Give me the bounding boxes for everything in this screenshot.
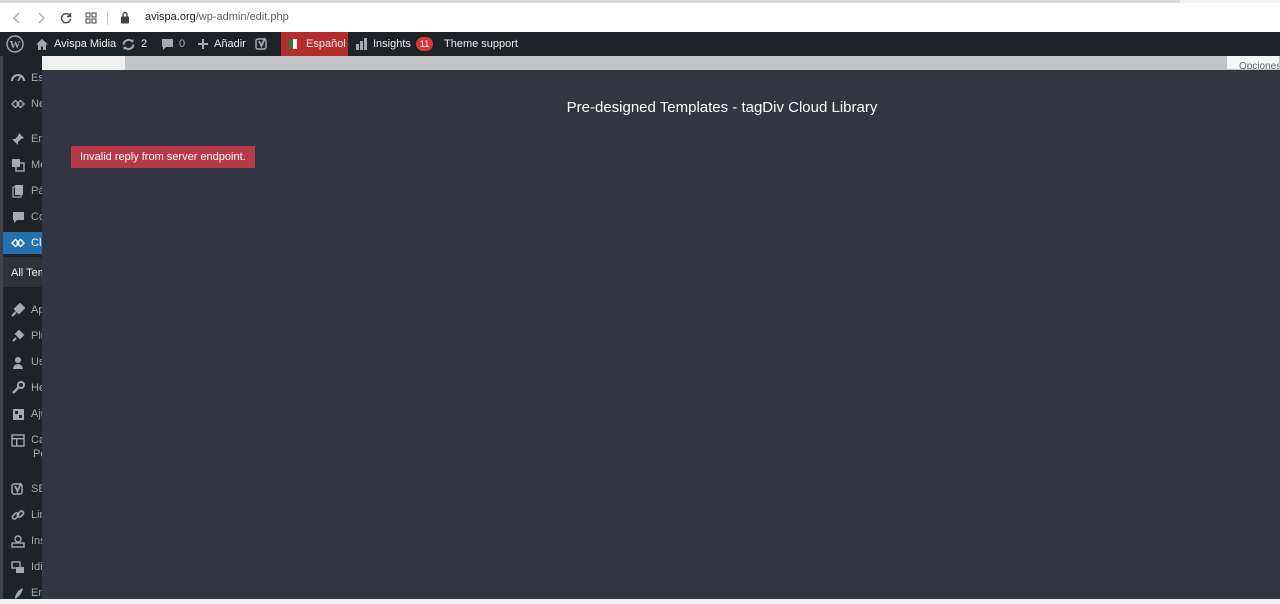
sidebar-item-cloud-templates[interactable]: Cloud Templates bbox=[3, 232, 45, 254]
wp-admin-bar: W Avispa Midia 2 0 Añadir Español Insigh… bbox=[0, 32, 1280, 56]
media-icon bbox=[11, 158, 25, 172]
sidebar-item-entradas[interactable]: Entradas bbox=[3, 128, 45, 150]
insights-label: Insights bbox=[373, 38, 411, 50]
sidebar-item-comentarios[interactable]: Comentarios bbox=[3, 206, 45, 228]
dashboard-icon bbox=[11, 71, 25, 85]
bar-chart-icon bbox=[355, 38, 368, 50]
sidebar-item-escritorio[interactable]: Escritorio bbox=[3, 67, 45, 89]
insights-link[interactable]: Insights 11 bbox=[355, 32, 434, 56]
yoast-icon bbox=[255, 37, 269, 51]
url-path: /wp-admin/edit.php bbox=[195, 11, 289, 23]
screen-options-button[interactable]: Opciones bbox=[1226, 56, 1280, 70]
appearance-icon bbox=[11, 303, 25, 317]
plus-icon bbox=[197, 38, 209, 50]
sidebar-item-paginas[interactable]: Páginas bbox=[3, 180, 45, 202]
browser-toolbar: avispa.org/wp-admin/edit.php bbox=[0, 0, 1280, 32]
insights-icon bbox=[11, 534, 25, 548]
page-header-strip bbox=[125, 56, 1280, 70]
link-icon bbox=[11, 508, 25, 522]
sidebar-item-ajustes[interactable]: Ajustes bbox=[3, 403, 45, 425]
fields-icon bbox=[11, 433, 25, 447]
settings-icon bbox=[11, 407, 25, 421]
insights-badge: 11 bbox=[415, 37, 434, 51]
users-icon bbox=[11, 355, 25, 369]
pin-icon bbox=[11, 132, 25, 146]
back-icon[interactable] bbox=[8, 9, 26, 27]
sidebar-item-plugins[interactable]: Plugins bbox=[3, 325, 45, 347]
toolbar-separator bbox=[107, 11, 108, 25]
sidebar-item-newspaper[interactable]: Newspaper bbox=[3, 93, 45, 115]
tools-icon bbox=[11, 381, 25, 395]
add-new-link[interactable]: Añadir bbox=[197, 32, 246, 56]
sidebar-item-medios[interactable]: Medios bbox=[3, 154, 45, 176]
pages-icon bbox=[11, 184, 25, 198]
error-notice: Invalid reply from server endpoint. bbox=[71, 146, 255, 168]
updates-icon bbox=[121, 38, 136, 51]
lock-icon[interactable] bbox=[120, 11, 132, 25]
languages-icon bbox=[11, 560, 25, 574]
site-name-link[interactable]: Avispa Midia bbox=[35, 32, 116, 56]
svg-text:W: W bbox=[10, 39, 21, 51]
comment-bubble-icon bbox=[161, 38, 174, 51]
add-new-label: Añadir bbox=[214, 38, 246, 50]
error-message: Invalid reply from server endpoint. bbox=[80, 151, 246, 163]
sidebar-subitem-all-templates[interactable]: All Templates bbox=[11, 267, 45, 279]
cloud-library-modal: Pre-designed Templates - tagDiv Cloud Li… bbox=[42, 70, 1280, 599]
tagdiv-icon bbox=[11, 97, 25, 111]
screen-options-label: Opciones bbox=[1239, 61, 1280, 70]
reload-icon[interactable] bbox=[57, 9, 75, 27]
updates-count: 2 bbox=[141, 38, 148, 50]
forward-icon[interactable] bbox=[32, 9, 50, 27]
comments-count: 0 bbox=[179, 38, 186, 50]
yoast-seo-menu[interactable] bbox=[255, 32, 269, 56]
language-switcher[interactable]: Español bbox=[281, 32, 348, 56]
address-bar[interactable]: avispa.org/wp-admin/edit.php bbox=[145, 11, 289, 23]
sidebar-item-idiomas[interactable]: Idiomas bbox=[3, 556, 45, 578]
theme-support-link[interactable]: Theme support bbox=[444, 32, 518, 56]
comments-icon bbox=[11, 210, 25, 224]
tab-strip-edge bbox=[1180, 0, 1280, 3]
send-icon bbox=[11, 586, 25, 600]
admin-sidebar: Escritorio Newspaper Entradas Medios Pág… bbox=[0, 56, 45, 599]
wordpress-logo-button[interactable]: W bbox=[6, 32, 24, 56]
modal-title: Pre-designed Templates - tagDiv Cloud Li… bbox=[566, 99, 878, 116]
url-host: avispa.org bbox=[145, 11, 196, 23]
theme-support-label: Theme support bbox=[444, 38, 518, 50]
sidebar-item-seo[interactable]: SEO bbox=[3, 478, 45, 500]
wordpress-logo-icon: W bbox=[6, 35, 24, 53]
language-label: Español bbox=[306, 38, 346, 50]
tagdiv-icon bbox=[11, 236, 25, 250]
yoast-icon bbox=[11, 482, 25, 496]
apps-icon[interactable] bbox=[82, 9, 100, 27]
sidebar-item-envios[interactable]: Envíos bbox=[3, 582, 45, 604]
sidebar-item-apariencia[interactable]: Apariencia bbox=[3, 299, 45, 321]
site-name-label: Avispa Midia bbox=[54, 38, 117, 50]
updates-link[interactable]: 2 bbox=[121, 32, 147, 56]
spain-flag-icon bbox=[289, 39, 301, 49]
plugins-icon bbox=[11, 329, 25, 343]
sidebar-item-herramientas[interactable]: Herramientas bbox=[3, 377, 45, 399]
comments-link[interactable]: 0 bbox=[161, 32, 185, 56]
home-icon bbox=[35, 38, 49, 51]
sidebar-item-usuarios[interactable]: Usuarios bbox=[3, 351, 45, 373]
sidebar-item-insights[interactable]: Insights bbox=[3, 530, 45, 552]
sidebar-item-link-whisper[interactable]: Link Whisper bbox=[3, 504, 45, 526]
